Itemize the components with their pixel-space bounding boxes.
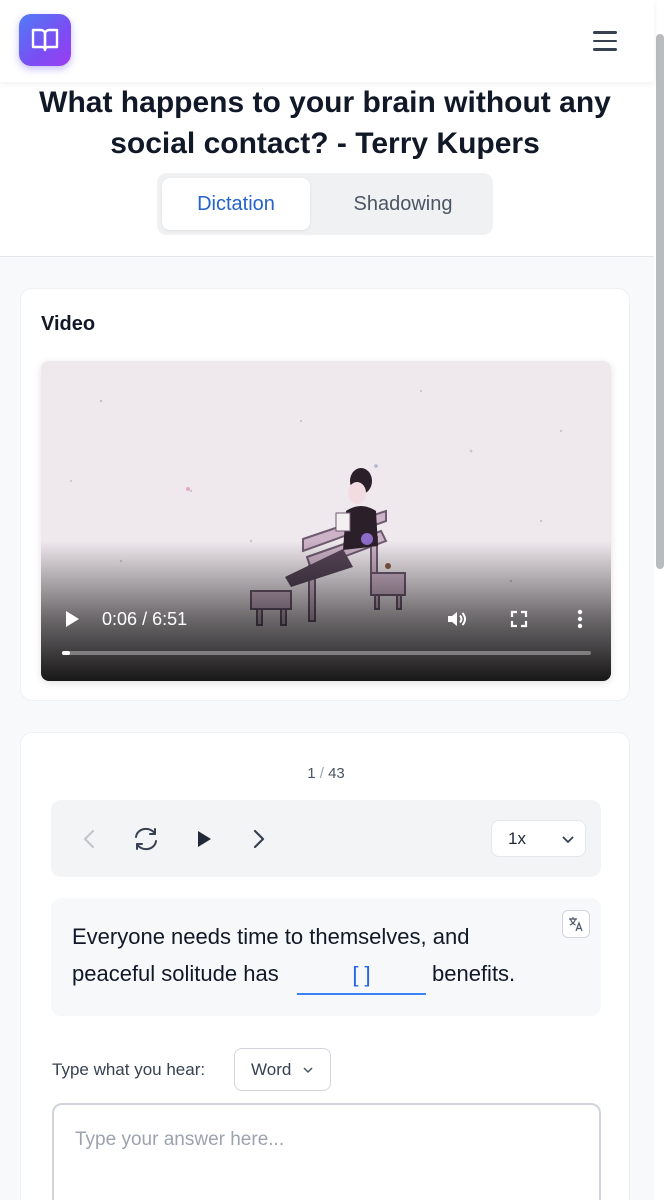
play-icon[interactable] <box>189 824 219 854</box>
fullscreen-icon[interactable] <box>507 607 531 631</box>
duration: 6:51 <box>152 609 188 629</box>
video-player[interactable]: 0:06 / 6:51 <box>41 361 611 681</box>
replay-icon[interactable] <box>131 824 161 854</box>
video-heading: Video <box>41 313 96 335</box>
page-title: What happens to your brain without any s… <box>39 86 611 160</box>
mode-tabs: Dictation Shadowing <box>157 173 493 235</box>
translate-icon[interactable] <box>562 910 590 938</box>
volume-icon[interactable] <box>445 607 469 631</box>
chevron-down-icon <box>303 1067 313 1074</box>
sentence-box: Everyone needs time to themselves, and p… <box>51 898 601 1016</box>
playback-speed-select[interactable]: 1x <box>491 820 586 857</box>
sentence-line-2-after: benefits. <box>432 961 516 986</box>
counter-total: 43 <box>328 765 345 782</box>
input-mode-select[interactable]: Word <box>234 1048 331 1091</box>
tab-shadowing[interactable]: Shadowing <box>317 178 489 230</box>
page-scrollbar <box>654 0 666 1200</box>
answer-input[interactable] <box>52 1103 601 1200</box>
chevron-down-icon <box>562 836 574 844</box>
current-time: 0:06 <box>102 609 138 629</box>
type-what-you-hear-label: Type what you hear: <box>52 1060 206 1079</box>
previous-icon[interactable] <box>74 824 104 854</box>
tab-dictation[interactable]: Dictation <box>162 178 310 230</box>
counter-current: 1 <box>307 765 316 782</box>
lesson-header: What happens to your brain without any s… <box>0 82 654 257</box>
missing-word-blank[interactable]: [ ] <box>297 957 426 995</box>
input-mode-value: Word <box>251 1059 292 1079</box>
video-progress-bar[interactable] <box>62 651 591 655</box>
time-separator: / <box>142 609 148 629</box>
sentence-line-2-before: peaceful solitude has <box>72 961 279 986</box>
book-icon[interactable] <box>19 14 71 66</box>
video-time-display: 0:06 / 6:51 <box>102 609 187 630</box>
sentence-counter: 1 / 43 <box>21 765 631 782</box>
top-bar <box>0 0 654 82</box>
next-icon[interactable] <box>244 824 274 854</box>
hamburger-menu-icon[interactable] <box>588 24 622 58</box>
video-progress-fill <box>62 651 70 655</box>
playback-controls: 1x <box>51 800 601 877</box>
practice-card: 1 / 43 1x Everyone needs time to themsel… <box>20 732 630 1200</box>
sentence-line-1: Everyone needs time to themselves, and <box>72 924 470 949</box>
speed-value: 1x <box>508 828 526 848</box>
counter-separator: / <box>319 765 324 782</box>
more-options-icon[interactable] <box>568 607 592 631</box>
play-icon[interactable] <box>63 609 81 629</box>
scrollbar-thumb[interactable] <box>656 34 664 569</box>
video-card: Video 0:06 / 6:51 <box>20 288 630 701</box>
